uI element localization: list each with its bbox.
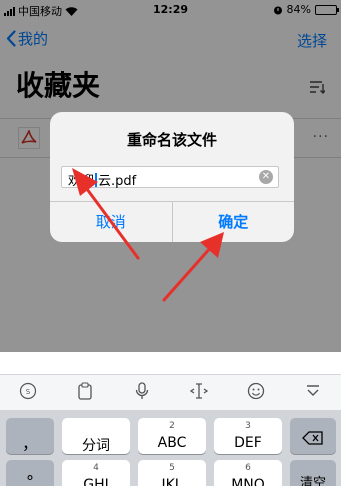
key-1[interactable]: 分词 — [62, 418, 130, 454]
keyboard: ， ° 分词 2 ABC 3 DEF 4 GHI 5 JKL 6 MNO 清空 — [0, 410, 341, 486]
chevron-down-icon[interactable] — [300, 384, 326, 402]
clear-key-label: 清空 — [299, 476, 326, 486]
key-2[interactable]: 2 ABC — [138, 418, 206, 454]
degree-key[interactable]: ° — [6, 460, 54, 486]
keyboard-toolbar: S — [0, 374, 341, 410]
key-3[interactable]: 3 DEF — [214, 418, 282, 454]
degree-key-label: ° — [26, 472, 34, 486]
microphone-icon[interactable] — [129, 381, 155, 404]
key-5[interactable]: 5 JKL — [138, 460, 206, 486]
svg-text:S: S — [26, 388, 31, 396]
key-5-label: JKL — [161, 477, 183, 486]
backspace-key[interactable] — [290, 418, 336, 454]
emoji-icon[interactable] — [243, 382, 269, 404]
key-5-number: 5 — [169, 463, 175, 473]
key-4[interactable]: 4 GHI — [62, 460, 130, 486]
key-2-label: ABC — [157, 435, 187, 451]
key-4-label: GHI — [83, 477, 109, 486]
clipboard-icon[interactable] — [72, 381, 98, 404]
sogou-logo-icon[interactable]: S — [15, 382, 41, 404]
key-6-number: 6 — [245, 463, 251, 473]
cursor-move-icon[interactable] — [186, 382, 212, 404]
comma-key-label: ， — [21, 434, 38, 453]
key-2-number: 2 — [169, 421, 175, 431]
key-3-number: 3 — [245, 421, 251, 431]
key-6[interactable]: 6 MNO — [214, 460, 282, 486]
key-6-label: MNO — [231, 477, 265, 486]
key-1-label: 分词 — [82, 438, 110, 454]
key-3-label: DEF — [234, 435, 262, 451]
backspace-icon — [290, 430, 336, 449]
comma-key[interactable]: ， — [6, 418, 54, 454]
key-4-number: 4 — [93, 463, 99, 473]
arrow-to-input — [72, 168, 140, 260]
clear-key[interactable]: 清空 — [290, 460, 336, 486]
arrow-to-confirm — [162, 232, 224, 302]
